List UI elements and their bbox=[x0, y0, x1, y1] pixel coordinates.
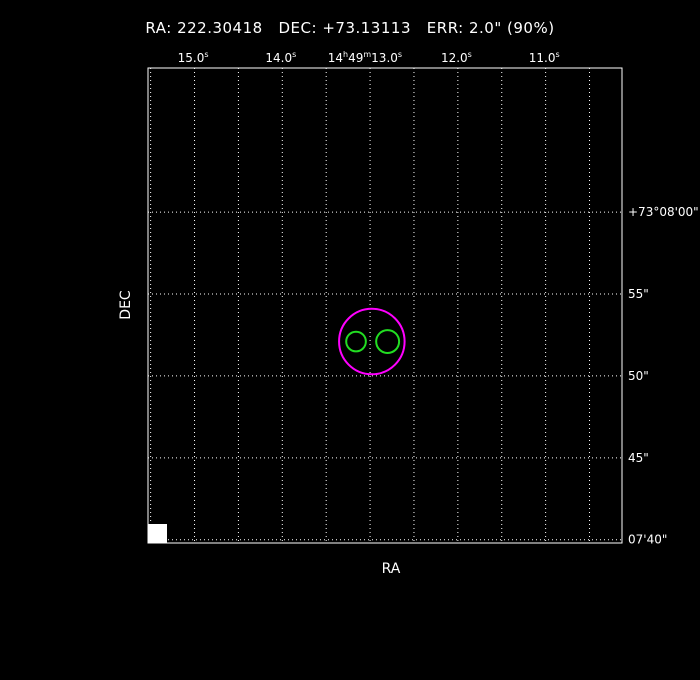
x-tick-label: 11.0s bbox=[529, 50, 560, 65]
x-tick-label: 14h49m13.0s bbox=[328, 50, 402, 65]
source-circle bbox=[375, 329, 401, 355]
y-tick-label: 07'40" bbox=[628, 533, 667, 547]
y-tick-label: +73°08'00" bbox=[628, 205, 699, 219]
y-tick-labels: +73°08'00" 55" 50" 45" 07'40" bbox=[628, 205, 699, 547]
plot-marks bbox=[338, 307, 406, 376]
x-tick-label: 15.0s bbox=[178, 50, 209, 65]
y-tick-label: 50" bbox=[628, 369, 649, 383]
y-axis-label: DEC bbox=[118, 290, 134, 320]
y-tick-label: 45" bbox=[628, 451, 649, 465]
finder-chart: 15.0s 14.0s 14h49m13.0s 12.0s 11.0s +73°08'0… bbox=[118, 50, 699, 577]
grid-lines bbox=[148, 68, 622, 543]
error-circle bbox=[338, 307, 406, 376]
x-tick-label: 14.0s bbox=[265, 50, 296, 65]
x-tick-labels: 15.0s 14.0s 14h49m13.0s 12.0s 11.0s bbox=[178, 50, 560, 65]
x-axis-label: RA bbox=[382, 561, 401, 577]
plot-frame bbox=[147, 67, 623, 544]
source-circle bbox=[345, 330, 367, 353]
y-tick-label: 55" bbox=[628, 287, 649, 301]
corner-marker bbox=[148, 524, 167, 543]
x-tick-label: 12.0s bbox=[441, 50, 472, 65]
